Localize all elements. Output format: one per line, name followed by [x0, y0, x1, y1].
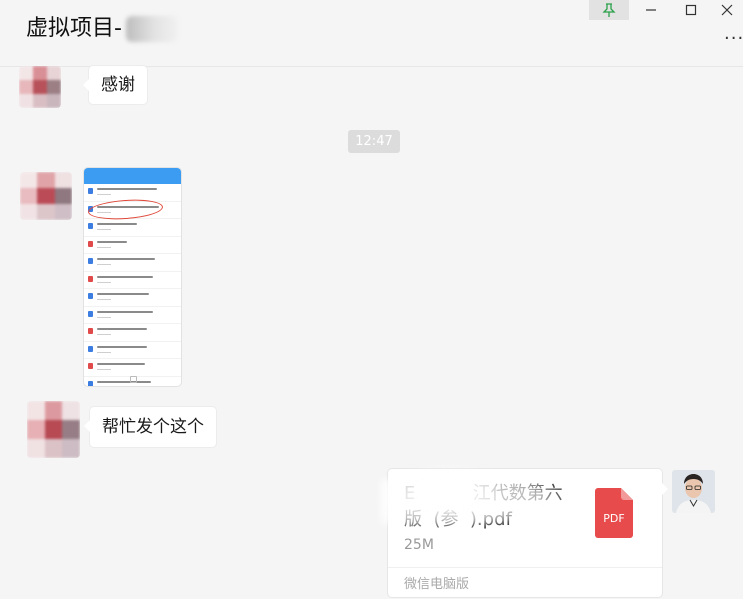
close-button[interactable]	[710, 0, 743, 20]
screenshot-image-message[interactable]	[84, 168, 181, 386]
self-avatar[interactable]	[672, 470, 715, 513]
close-icon	[721, 4, 732, 16]
avatar[interactable]	[19, 66, 61, 108]
person-photo	[672, 470, 715, 513]
avatar[interactable]	[27, 401, 80, 458]
pin-button[interactable]	[589, 0, 629, 20]
pin-icon	[602, 3, 616, 17]
redaction-smear	[376, 462, 496, 522]
phone-home-icon	[130, 376, 137, 383]
maximize-button[interactable]	[670, 0, 712, 20]
maximize-icon	[685, 4, 697, 16]
pdf-file-icon: PDF	[595, 488, 633, 538]
message-text: 感谢	[101, 75, 135, 95]
message-bubble[interactable]: 帮忙发个这个	[84, 407, 216, 447]
file-size: 25M	[404, 537, 434, 553]
phone-status-bar	[84, 168, 181, 184]
title-redaction	[126, 16, 178, 42]
chat-title: 虚拟项目-	[26, 16, 122, 41]
message-bubble[interactable]: 感谢	[83, 66, 147, 104]
minimize-icon	[646, 9, 656, 11]
message-text: 帮忙发个这个	[102, 417, 204, 437]
avatar[interactable]	[20, 172, 72, 220]
pdf-type-label: PDF	[603, 512, 624, 525]
more-options-button[interactable]: ...	[724, 25, 743, 43]
file-source-label: 微信电脑版	[404, 577, 470, 592]
bubble-tail	[662, 483, 668, 495]
timestamp: 12:47	[348, 130, 400, 153]
minimize-button[interactable]	[630, 0, 672, 20]
divider	[388, 567, 662, 568]
